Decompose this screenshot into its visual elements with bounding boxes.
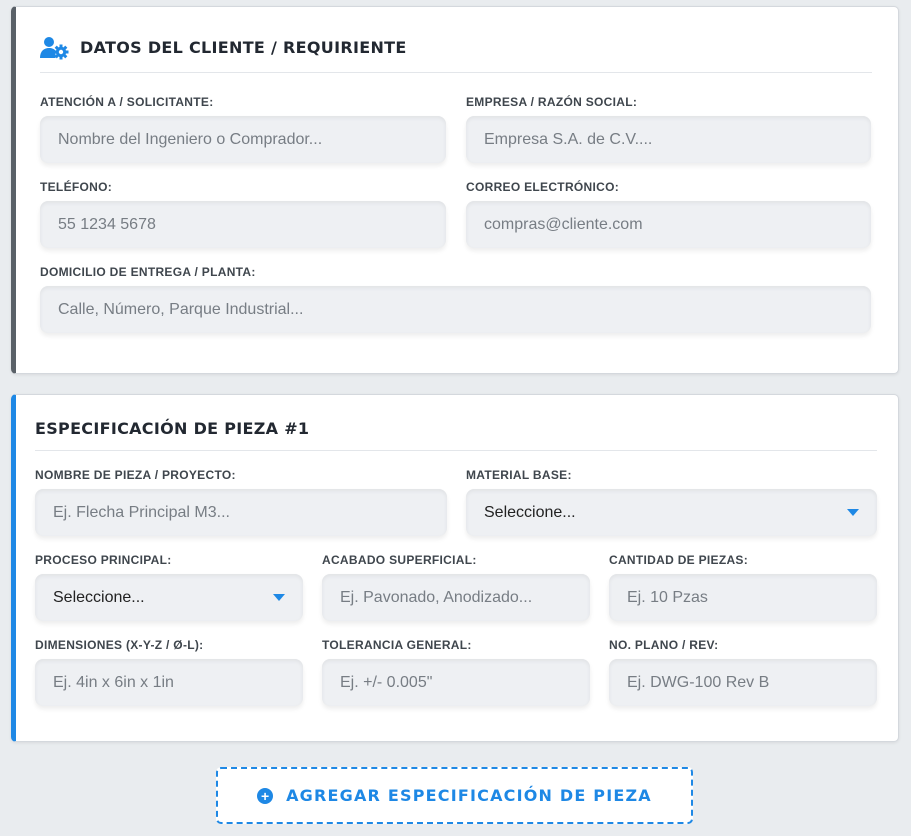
drawing-label: NO. PLANO / REV: bbox=[609, 638, 719, 652]
add-piece-spec-label: AGREGAR ESPECIFICACIÓN DE PIEZA bbox=[286, 786, 652, 805]
process-label: PROCESO PRINCIPAL: bbox=[35, 553, 172, 567]
material-selected-value: Seleccione... bbox=[484, 503, 576, 521]
tolerance-field: TOLERANCIA GENERAL: bbox=[322, 638, 590, 706]
finish-label: ACABADO SUPERFICIAL: bbox=[322, 553, 477, 567]
finish-field: ACABADO SUPERFICIAL: bbox=[322, 553, 590, 621]
plus-circle-icon: + bbox=[257, 787, 274, 804]
address-label: DOMICILIO DE ENTREGA / PLANTA: bbox=[40, 265, 256, 279]
company-field: EMPRESA / RAZÓN SOCIAL: bbox=[466, 95, 871, 163]
finish-input[interactable] bbox=[322, 574, 590, 621]
tolerance-label: TOLERANCIA GENERAL: bbox=[322, 638, 472, 652]
attention-field: ATENCIÓN A / SOLICITANTE: bbox=[40, 95, 446, 163]
drawing-input[interactable] bbox=[609, 659, 877, 706]
client-card-header: DATOS DEL CLIENTE / REQUIRIENTE bbox=[40, 31, 872, 73]
email-label: CORREO ELECTRÓNICO: bbox=[466, 180, 620, 194]
piece-card-header: ESPECIFICACIÓN DE PIEZA #1 bbox=[35, 413, 877, 451]
material-select[interactable]: Seleccione... bbox=[466, 489, 877, 536]
quantity-input[interactable] bbox=[609, 574, 877, 621]
tolerance-input[interactable] bbox=[322, 659, 590, 706]
quantity-field: CANTIDAD DE PIEZAS: bbox=[609, 553, 877, 621]
attention-label: ATENCIÓN A / SOLICITANTE: bbox=[40, 95, 214, 109]
piece-spec-card: ESPECIFICACIÓN DE PIEZA #1 NOMBRE DE PIE… bbox=[11, 394, 899, 742]
piece-section-title: ESPECIFICACIÓN DE PIEZA #1 bbox=[35, 419, 310, 438]
phone-label: TELÉFONO: bbox=[40, 180, 113, 194]
process-selected-value: Seleccione... bbox=[53, 588, 145, 606]
company-input[interactable] bbox=[466, 116, 871, 163]
phone-field: TELÉFONO: bbox=[40, 180, 446, 248]
dimensions-label: DIMENSIONES (X-Y-Z / Ø-L): bbox=[35, 638, 204, 652]
add-piece-spec-button[interactable]: + AGREGAR ESPECIFICACIÓN DE PIEZA bbox=[216, 767, 693, 824]
client-data-card: DATOS DEL CLIENTE / REQUIRIENTE ATENCIÓN… bbox=[11, 6, 899, 374]
phone-input[interactable] bbox=[40, 201, 446, 248]
email-input[interactable] bbox=[466, 201, 871, 248]
material-label: MATERIAL BASE: bbox=[466, 468, 572, 482]
address-input[interactable] bbox=[40, 286, 871, 333]
piece-name-field: NOMBRE DE PIEZA / PROYECTO: bbox=[35, 468, 447, 536]
process-field: PROCESO PRINCIPAL: Seleccione... bbox=[35, 553, 303, 621]
dimensions-input[interactable] bbox=[35, 659, 303, 706]
email-field: CORREO ELECTRÓNICO: bbox=[466, 180, 871, 248]
attention-input[interactable] bbox=[40, 116, 446, 163]
address-field: DOMICILIO DE ENTREGA / PLANTA: bbox=[40, 265, 871, 333]
process-select[interactable]: Seleccione... bbox=[35, 574, 303, 621]
material-field: MATERIAL BASE: Seleccione... bbox=[466, 468, 877, 536]
drawing-field: NO. PLANO / REV: bbox=[609, 638, 877, 706]
company-label: EMPRESA / RAZÓN SOCIAL: bbox=[466, 95, 638, 109]
chevron-down-icon bbox=[273, 594, 285, 601]
user-gear-icon bbox=[40, 36, 70, 60]
chevron-down-icon bbox=[847, 509, 859, 516]
dimensions-field: DIMENSIONES (X-Y-Z / Ø-L): bbox=[35, 638, 303, 706]
piece-name-label: NOMBRE DE PIEZA / PROYECTO: bbox=[35, 468, 236, 482]
client-section-title: DATOS DEL CLIENTE / REQUIRIENTE bbox=[80, 38, 407, 57]
piece-name-input[interactable] bbox=[35, 489, 447, 536]
quantity-label: CANTIDAD DE PIEZAS: bbox=[609, 553, 749, 567]
